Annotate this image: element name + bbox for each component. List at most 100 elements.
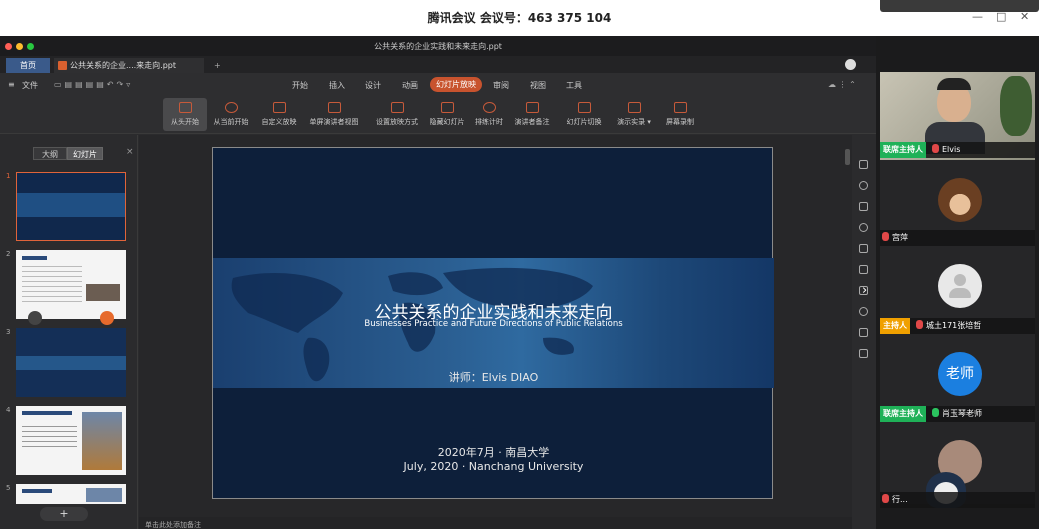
menu-animation[interactable]: 动画 (402, 80, 418, 91)
thumb-photo (86, 284, 120, 301)
select-icon[interactable] (859, 160, 868, 169)
menu-bar: ≡ 文件 ▭▤▤▤▤↶↷▿ 开始 插入 设计 动画 幻灯片放映 审阅 视图 工具… (0, 73, 876, 96)
participant-video-panel: 联席主持人 Elvis 宫萍 主持人 城土171张培哲 老师 联席主持人 肖玉琴老师 … (876, 36, 1039, 529)
expand-panel-icon[interactable]: › (862, 283, 867, 298)
right-toolbar (852, 135, 876, 529)
slide-canvas: 公共关系的企业实践和未来走向 Businesses Practice and F… (139, 135, 852, 517)
from-start-button[interactable]: 从头开始 (163, 98, 207, 131)
participant-name-bar: 联席主持人 Elvis (880, 142, 1035, 158)
tab-home[interactable]: 首页 (6, 58, 50, 73)
menu-tools[interactable]: 工具 (566, 80, 582, 91)
star-icon[interactable] (859, 265, 868, 274)
history-icon[interactable] (859, 307, 868, 316)
document-tab-bar: 首页 公共关系的企业....来走向.ppt + (0, 56, 876, 73)
menu-insert[interactable]: 插入 (329, 80, 345, 91)
thumb-text-lines (22, 426, 77, 450)
slide-number: 2 (6, 250, 11, 258)
screen-record-button[interactable]: 屏幕录制 (654, 102, 706, 127)
slide-thumbnail-3[interactable] (16, 328, 126, 397)
participant-name-bar: 联席主持人 肖玉琴老师 (880, 406, 1035, 422)
record-icon (627, 102, 641, 113)
slide-thumbnail-2[interactable] (16, 250, 126, 325)
notes-icon (525, 102, 539, 113)
slide-lecturer: 讲师：Elvis DIAO (448, 371, 539, 384)
add-slide-button[interactable]: + (40, 507, 88, 521)
menu-view[interactable]: 视图 (530, 80, 546, 91)
mic-muted-icon (882, 494, 889, 503)
add-icon[interactable] (100, 311, 114, 325)
tab-outline[interactable]: 大纲 (33, 147, 67, 160)
menu-start[interactable]: 开始 (292, 80, 308, 91)
app-title-bar: 公共关系的企业实践和未来走向.ppt (0, 36, 876, 56)
brush-icon[interactable] (859, 202, 868, 211)
image-icon[interactable] (859, 328, 868, 337)
file-menu[interactable]: 文件 (22, 80, 38, 91)
presenter-view-icon (327, 102, 341, 113)
notes-area[interactable]: 单击此处添加备注 (139, 517, 852, 529)
screen-record-icon (673, 102, 687, 113)
participant-name-bar: 宫萍 (880, 230, 1035, 246)
slide-thumbnail-1[interactable] (16, 172, 126, 241)
thumb-header (22, 256, 47, 260)
shape-icon[interactable] (859, 181, 868, 190)
custom-show-icon (272, 102, 286, 113)
ppt-file-icon (58, 61, 67, 70)
thumb-text-lines (22, 266, 82, 304)
participant-avatar (938, 178, 982, 222)
presenter-view-button[interactable]: 单屏演讲者视图 (304, 102, 364, 127)
slide-thumbnail-5[interactable] (16, 484, 126, 504)
slide-number: 4 (6, 406, 11, 414)
thumb-header (22, 489, 52, 493)
webcam-hair (937, 78, 971, 90)
thumb-photo (82, 412, 122, 470)
hide-slide-icon (440, 102, 454, 113)
quick-access-icons[interactable]: ▭▤▤▤▤↶↷▿ (54, 80, 133, 89)
cloud-icon[interactable]: ☁ ⋮ ⌃ (828, 80, 856, 89)
setup-show-icon (390, 102, 404, 113)
slide-thumbnail-panel: 大纲 幻灯片 × 1 2 3 4 5 + (0, 135, 138, 529)
participant-name-bar: 行... (880, 492, 1035, 508)
mic-muted-icon (932, 144, 939, 153)
setup-show-button[interactable]: 设置放映方式 (371, 102, 423, 127)
notification-toast (880, 0, 1039, 12)
close-panel-icon[interactable]: × (126, 147, 134, 157)
participant-avatar: 老师 (938, 352, 982, 396)
account-icon[interactable] (845, 59, 856, 70)
play-icon[interactable] (28, 311, 42, 325)
tab-document-label: 公共关系的企业....来走向.ppt (70, 61, 177, 70)
mic-active-icon (932, 408, 939, 417)
participant-name-bar: 主持人 城土171张培哲 (880, 318, 1035, 334)
from-current-button[interactable]: 从当前开始 (205, 102, 257, 127)
mic-muted-icon (916, 320, 923, 329)
menu-review[interactable]: 审阅 (493, 80, 509, 91)
slide-date-cn: 2020年7月 · 南昌大学 (437, 446, 550, 459)
slide-date-en: July, 2020 · Nanchang University (403, 460, 584, 473)
new-tab-button[interactable]: + (206, 58, 229, 73)
hamburger-icon[interactable]: ≡ (8, 80, 15, 89)
play-from-start-icon (178, 102, 192, 113)
slide-transition-button[interactable]: 幻灯片切换 (558, 102, 610, 127)
demo-record-button[interactable]: 演示实录 ▾ (608, 102, 660, 127)
current-slide[interactable]: 公共关系的企业实践和未来走向 Businesses Practice and F… (212, 147, 774, 499)
thumb-band (17, 193, 125, 217)
tab-document[interactable]: 公共关系的企业....来走向.ppt (54, 58, 204, 73)
toggle-icon[interactable] (859, 349, 868, 358)
mic-muted-icon (882, 232, 889, 241)
navigator-icon[interactable] (859, 223, 868, 232)
tab-slides[interactable]: 幻灯片 (67, 147, 103, 160)
vertical-scrollbar[interactable] (845, 149, 850, 165)
menu-slideshow[interactable]: 幻灯片放映 (430, 77, 482, 92)
play-current-icon (224, 102, 238, 113)
default-avatar-icon (938, 264, 982, 308)
window-title: 公共关系的企业实践和未来走向.ppt (374, 42, 502, 51)
menu-design[interactable]: 设计 (365, 80, 381, 91)
custom-show-button[interactable]: 自定义放映 (253, 102, 305, 127)
timer-icon (482, 102, 496, 113)
transition-icon (577, 102, 591, 113)
slide-thumbnail-4[interactable] (16, 406, 126, 475)
slideshow-ribbon: 从头开始 从当前开始 自定义放映 单屏演讲者视图 设置放映方式 隐藏幻灯片 排练… (0, 96, 876, 134)
slide-number: 1 (6, 172, 11, 180)
thumb-photo (86, 488, 122, 502)
speaker-notes-button[interactable]: 演讲者备注 (506, 102, 558, 127)
layers-icon[interactable] (859, 244, 868, 253)
